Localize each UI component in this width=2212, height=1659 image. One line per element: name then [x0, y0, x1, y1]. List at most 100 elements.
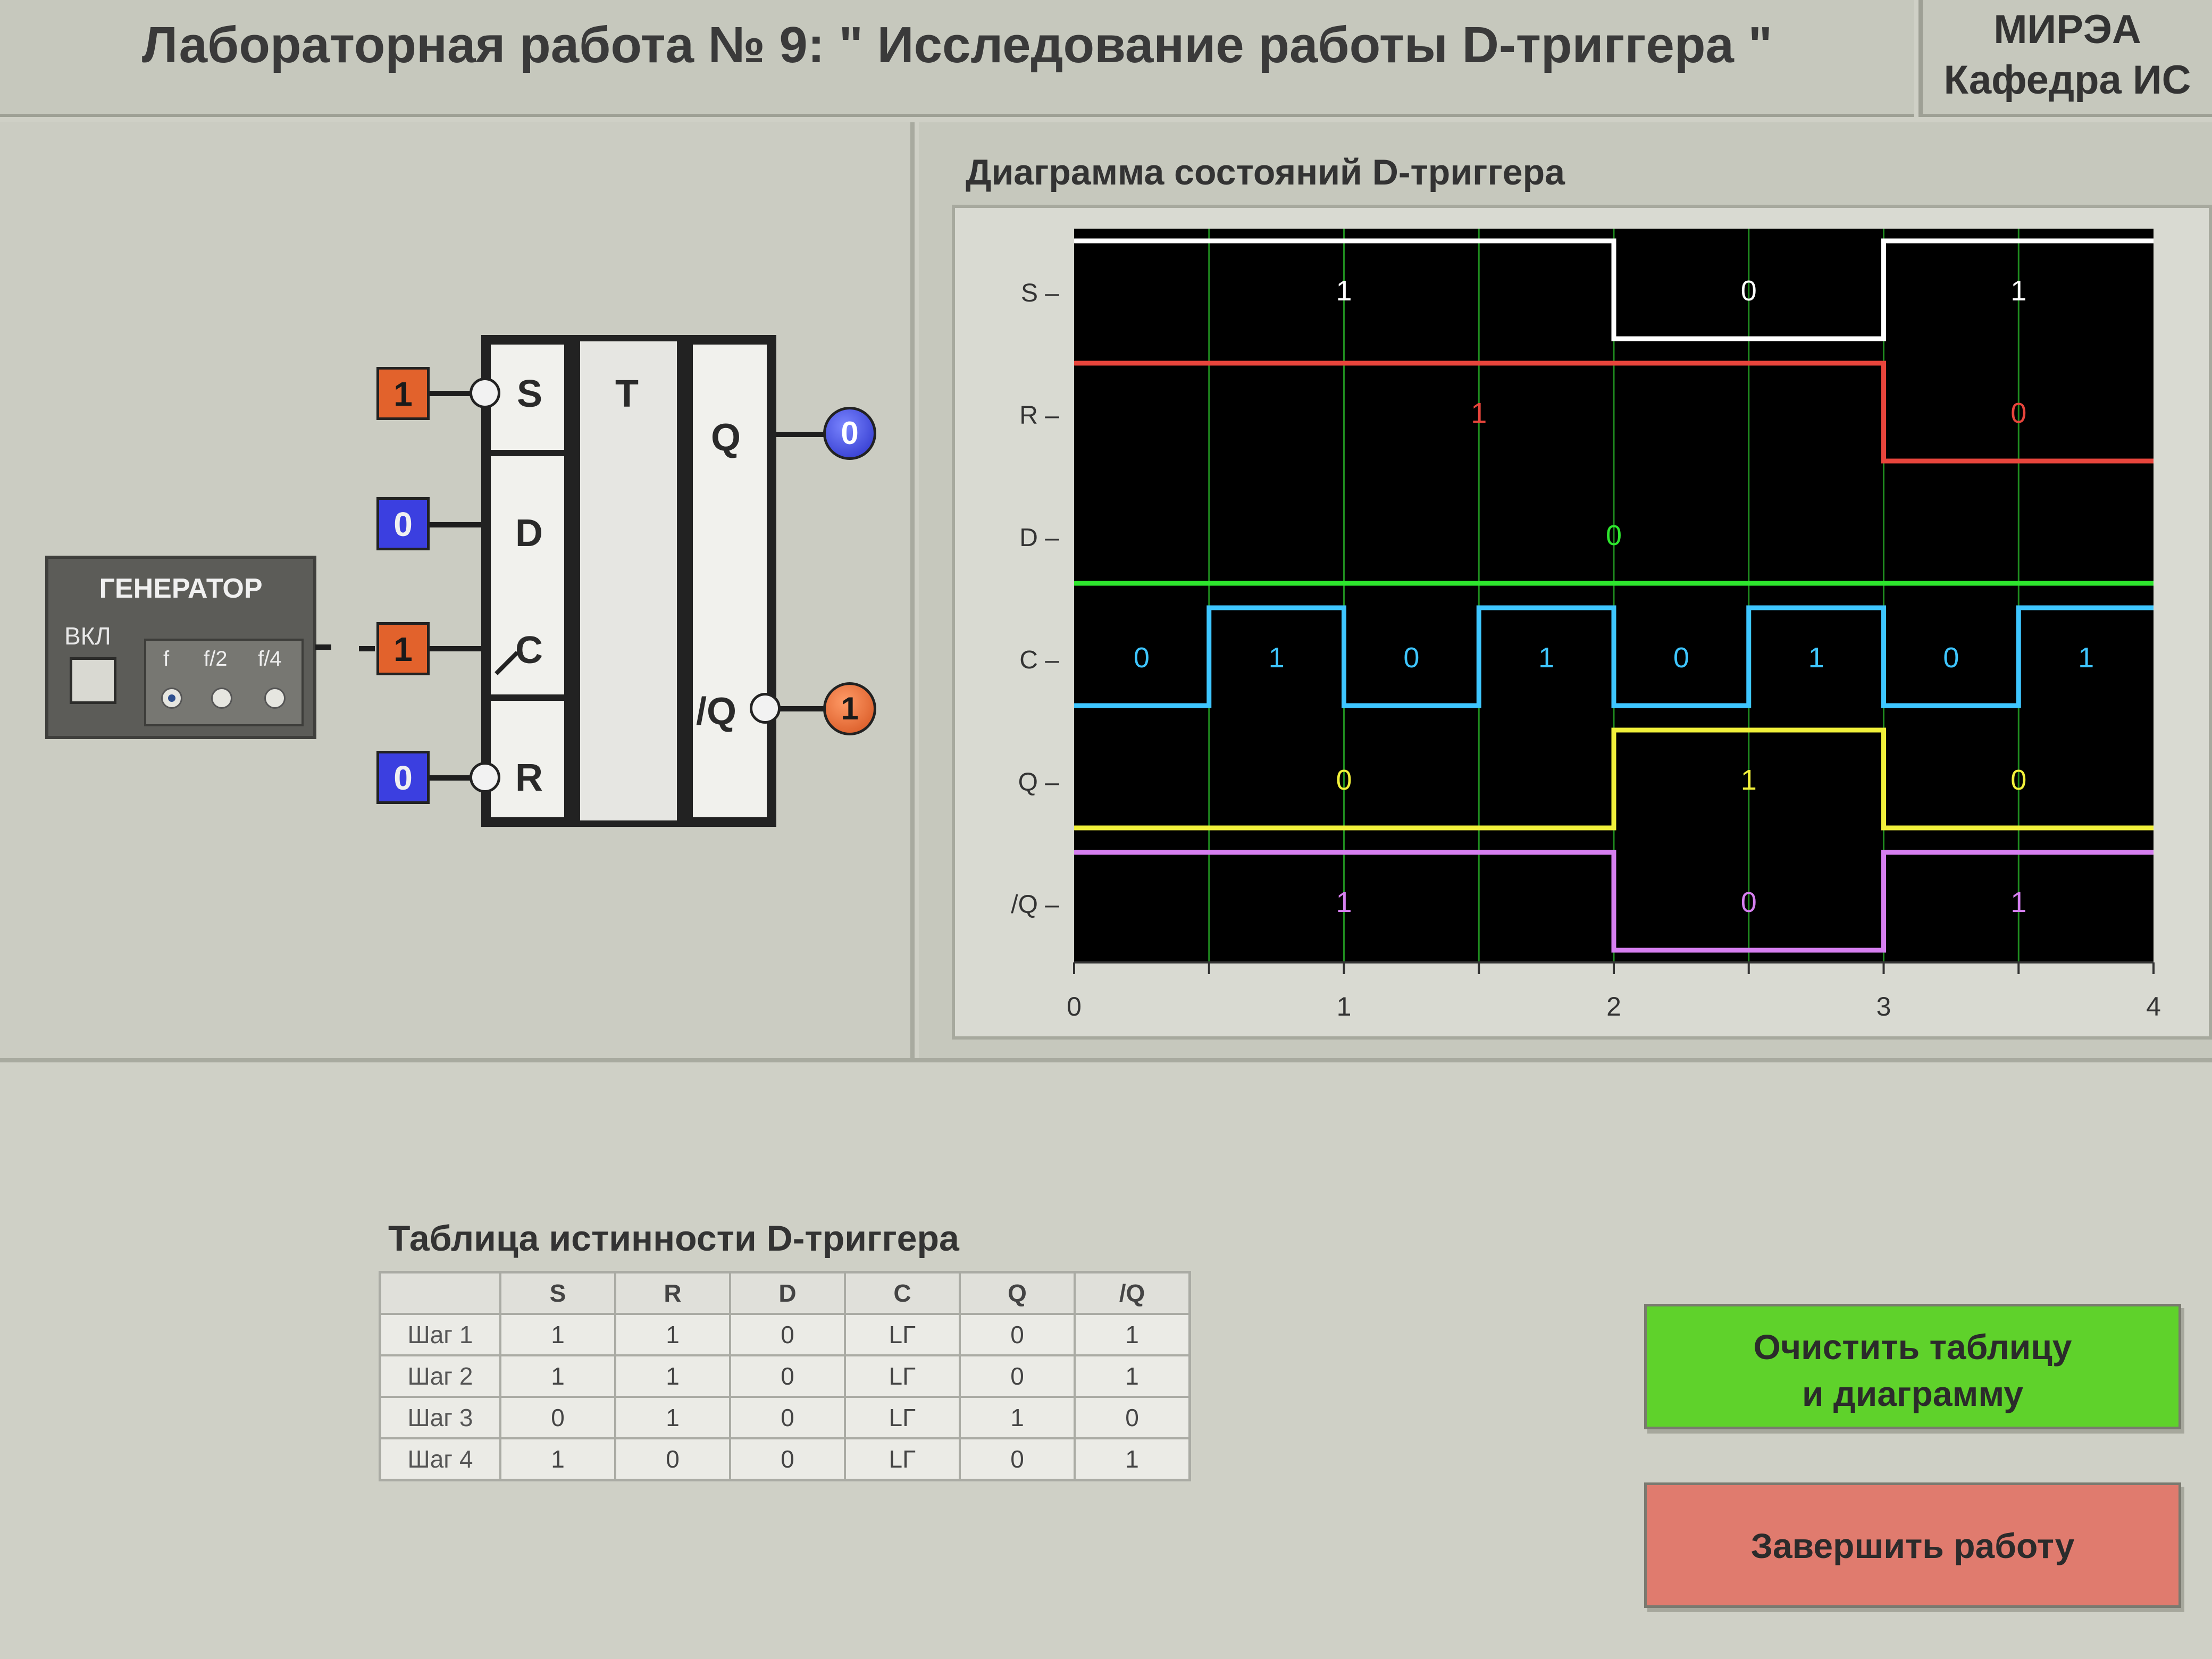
org-name: МИРЭА — [1993, 7, 2141, 52]
pin-label-d: D — [515, 512, 543, 555]
pin-label-r: R — [515, 757, 543, 799]
pin-cell-outputs — [690, 341, 770, 820]
table-header: /Q — [1074, 1271, 1191, 1315]
table-cell: 1 — [614, 1313, 731, 1356]
x-tick-label: 1 — [1337, 992, 1352, 1021]
data-label: 1 — [1336, 886, 1352, 918]
table-header: R — [614, 1271, 731, 1315]
title-bar: Лабораторная работа № 9: " Исследование … — [0, 0, 1914, 117]
data-label: 0 — [1741, 275, 1757, 307]
wire-gen-c — [359, 646, 375, 651]
table-cell: 1 — [959, 1396, 1076, 1439]
y-tick-label: D – — [1019, 524, 1059, 552]
output-q-led: 0 — [823, 407, 876, 460]
data-label: 1 — [1808, 642, 1824, 674]
table-cell: 1 — [499, 1354, 616, 1398]
table-header: C — [844, 1271, 961, 1315]
freq-radio-f2[interactable] — [211, 688, 232, 709]
table-cell: 1 — [499, 1437, 616, 1481]
divider-right — [677, 341, 690, 820]
generator-on-toggle[interactable] — [70, 657, 116, 704]
inverse-bubble-s — [470, 378, 500, 408]
freq-radio-f[interactable] — [161, 688, 182, 709]
freq-label-f2: f/2 — [204, 647, 228, 671]
frequency-selector: f f/2 f/4 — [144, 639, 304, 726]
finish-button-label: Завершить работу — [1750, 1526, 2075, 1565]
pin-label-q: Q — [711, 416, 741, 459]
table-cell: 0 — [499, 1396, 616, 1439]
table-row: Шаг 2 1 1 0 LΓ 0 1 — [379, 1354, 1191, 1398]
data-label: 0 — [1673, 642, 1689, 674]
org-box: МИРЭА Кафедра ИС — [1918, 0, 2212, 117]
table-cell: LΓ — [844, 1313, 961, 1356]
table-cell: 0 — [959, 1354, 1076, 1398]
data-label: 1 — [1538, 642, 1554, 674]
data-label: 0 — [2010, 397, 2026, 429]
table-row: Шаг 4 1 0 0 LΓ 0 1 — [379, 1437, 1191, 1481]
table-cell: 0 — [614, 1437, 731, 1481]
input-d-toggle[interactable]: 0 — [376, 497, 430, 550]
x-tick-label: 3 — [1876, 992, 1891, 1021]
freq-label-f: f — [163, 647, 170, 671]
table-title: Таблица истинности D-триггера — [388, 1218, 959, 1259]
table-cell: Шаг 4 — [379, 1437, 501, 1481]
table-cell: 1 — [614, 1396, 731, 1439]
generator-title: ГЕНЕРАТОР — [99, 573, 263, 604]
table-row: Шаг 1 1 1 0 LΓ 0 1 — [379, 1313, 1191, 1356]
table-cell: 0 — [729, 1354, 846, 1398]
table-header-row: S R D C Q /Q — [379, 1271, 1191, 1315]
table-cell: 0 — [729, 1313, 846, 1356]
x-tick-label: 0 — [1067, 992, 1082, 1021]
x-tick-label: 4 — [2146, 992, 2161, 1021]
table-cell: 1 — [1074, 1437, 1191, 1481]
chart-title: Диаграмма состояний D-триггера — [966, 152, 1565, 192]
table-cell: Шаг 2 — [379, 1354, 501, 1398]
input-r-toggle[interactable]: 0 — [376, 751, 430, 804]
y-tick-label: Q – — [1018, 768, 1060, 797]
page-title: Лабораторная работа № 9: " Исследование … — [141, 16, 1773, 73]
data-label: 0 — [1741, 886, 1757, 918]
table-cell: 0 — [729, 1437, 846, 1481]
generator-block: ГЕНЕРАТОР ВКЛ f f/2 f/4 — [45, 556, 316, 739]
input-s-toggle[interactable]: 1 — [376, 367, 430, 420]
data-label: 1 — [1471, 397, 1487, 429]
clear-button-line2: и диаграмму — [1802, 1374, 2024, 1413]
clear-button-line1: Очистить таблицу — [1753, 1327, 2072, 1367]
clear-table-button[interactable]: Очистить таблицу и диаграмму — [1644, 1304, 2181, 1429]
department-name: Кафедра ИС — [1943, 57, 2191, 103]
table-cell: 1 — [1074, 1313, 1191, 1356]
freq-radio-f4[interactable] — [264, 688, 286, 709]
input-c-toggle[interactable]: 1 — [376, 622, 430, 675]
data-label: 0 — [1606, 520, 1622, 551]
y-tick-label: S – — [1021, 279, 1059, 307]
table-cell: 0 — [729, 1396, 846, 1439]
data-label: 0 — [1336, 764, 1352, 796]
table-cell: 1 — [614, 1354, 731, 1398]
pin-label-s: S — [517, 373, 543, 415]
pin-label-nq: /Q — [696, 690, 737, 733]
table-cell: 1 — [1074, 1354, 1191, 1398]
divider-left — [567, 341, 580, 820]
data-label: 1 — [2010, 275, 2026, 307]
table-cell: Шаг 1 — [379, 1313, 501, 1356]
generator-on-label: ВКЛ — [64, 622, 111, 650]
inverse-bubble-nq — [750, 693, 781, 724]
data-label: 0 — [2010, 764, 2026, 796]
table-cell: Шаг 3 — [379, 1396, 501, 1439]
data-label: 0 — [1943, 642, 1959, 674]
wire-c — [428, 646, 487, 651]
y-tick-label: C – — [1019, 646, 1059, 674]
inverse-bubble-r — [470, 762, 500, 793]
trigger-type-label: T — [615, 373, 639, 415]
table-header: Q — [959, 1271, 1076, 1315]
clock-edge-icon — [495, 651, 519, 675]
generator-wire — [315, 644, 331, 650]
data-label: 1 — [1269, 642, 1285, 674]
finish-work-button[interactable]: Завершить работу — [1644, 1482, 2181, 1608]
output-nq-led: 1 — [823, 682, 876, 735]
table-cell: 0 — [959, 1313, 1076, 1356]
d-trigger-symbol: S D C R T Q /Q — [481, 335, 776, 827]
table-header: D — [729, 1271, 846, 1315]
data-label: 1 — [1741, 764, 1757, 796]
data-label: 1 — [2078, 642, 2094, 674]
